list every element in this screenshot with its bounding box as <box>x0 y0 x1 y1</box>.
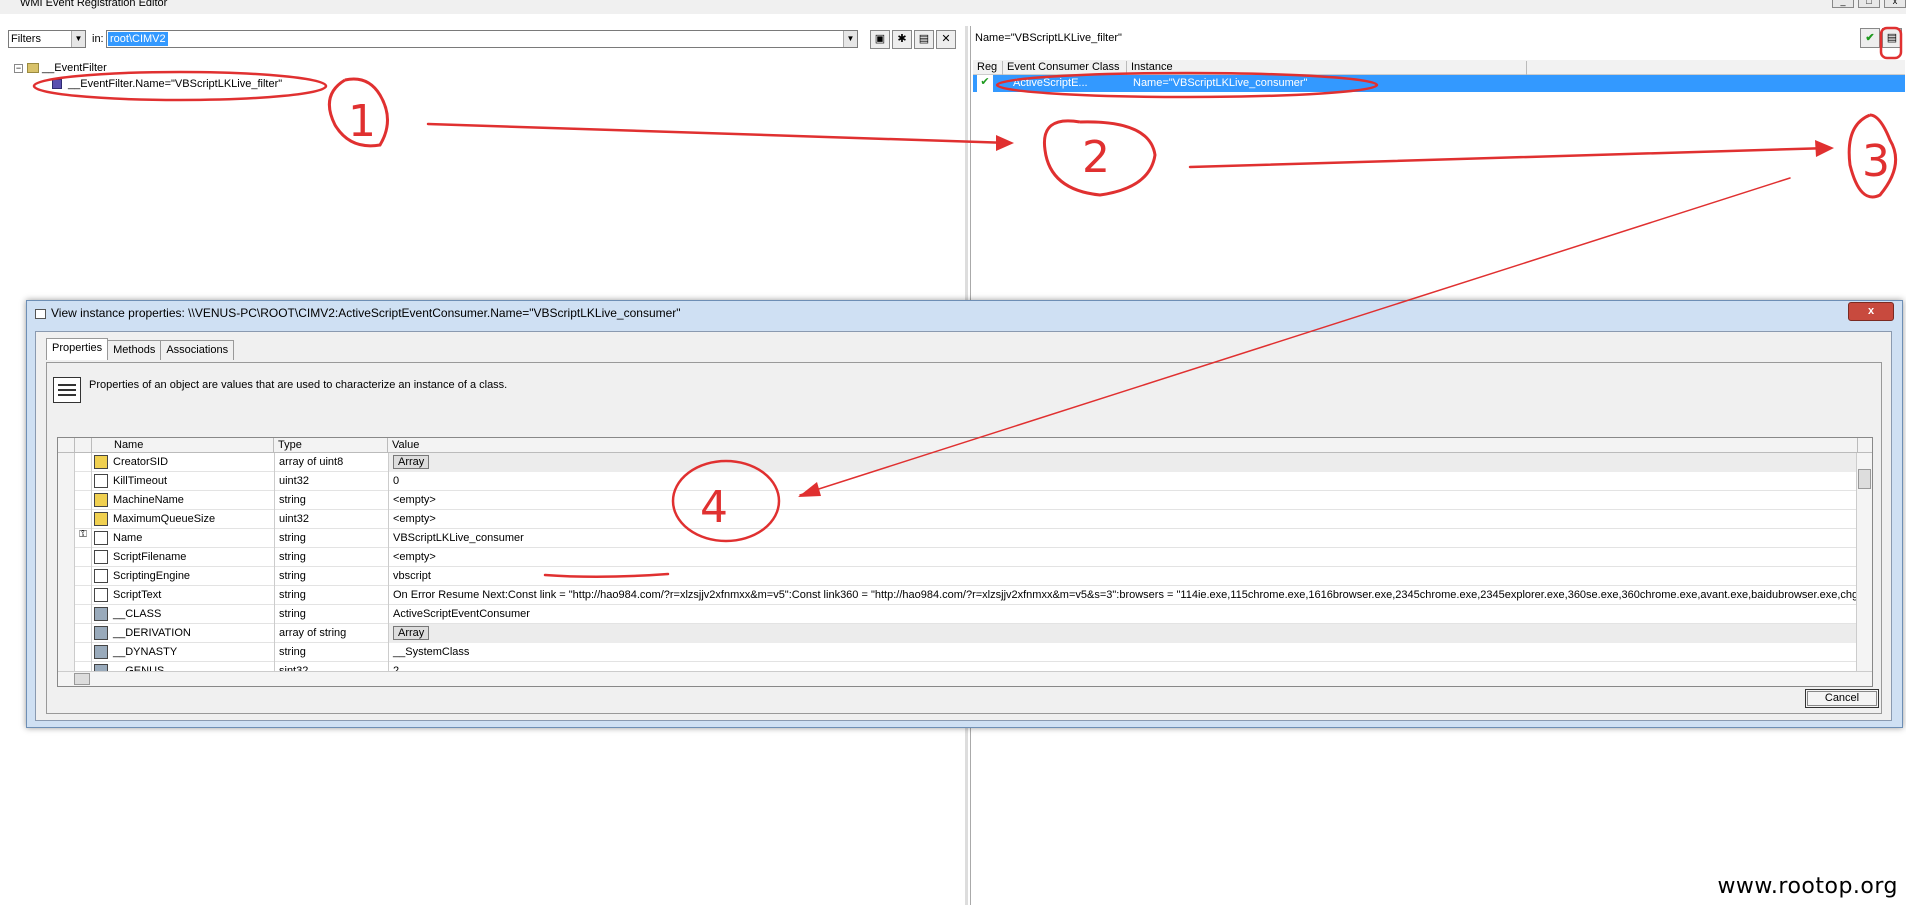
annotation-circle-consumer <box>995 71 1379 99</box>
annotation-arrow-2 <box>1188 146 1832 169</box>
annotation-circle-filter <box>32 70 328 102</box>
annotation-number-1: 1 <box>348 96 376 147</box>
annotation-number-2: 2 <box>1082 132 1110 183</box>
annotation-arrow-3 <box>799 177 1791 496</box>
arrowhead-1 <box>996 135 1014 151</box>
annotation-overlay: 1 2 3 4 <box>32 26 1903 579</box>
watermark: www.rootop.org <box>1717 874 1898 899</box>
annotation-circle-view-button <box>1879 26 1903 60</box>
arrowhead-3 <box>798 482 821 497</box>
annotation-number-3: 3 <box>1862 136 1890 187</box>
annotation-arrow-1 <box>426 122 1012 145</box>
annotation-number-4: 4 <box>700 482 728 533</box>
annotation-underline-url <box>543 572 670 579</box>
arrowhead-2 <box>1815 140 1834 157</box>
